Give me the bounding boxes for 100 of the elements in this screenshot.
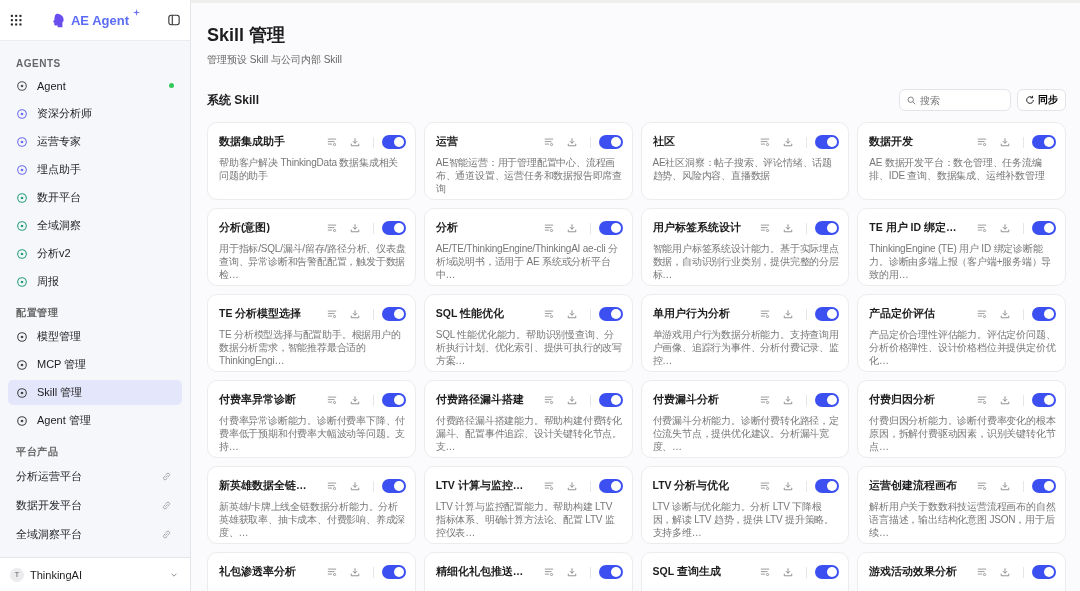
toggle-switch[interactable] <box>1032 221 1056 235</box>
toggle-switch[interactable] <box>1032 479 1056 493</box>
toggle-switch[interactable] <box>1032 393 1056 407</box>
toggle-switch[interactable] <box>381 479 406 493</box>
filter-list-icon[interactable] <box>326 309 337 319</box>
filter-list-icon[interactable] <box>977 481 987 491</box>
download-icon[interactable] <box>566 567 577 577</box>
download-icon[interactable] <box>783 137 794 147</box>
download-icon[interactable] <box>1000 309 1010 319</box>
toggle-switch[interactable] <box>381 565 406 579</box>
filter-list-icon[interactable] <box>760 481 771 491</box>
nav-item[interactable]: 模型管理 <box>8 324 182 349</box>
download-icon[interactable] <box>1000 567 1010 577</box>
skill-title: 新英雄数据全链… <box>219 479 308 493</box>
download-icon[interactable] <box>349 395 360 405</box>
search-field[interactable]: 搜索 <box>899 89 1011 111</box>
filter-list-icon[interactable] <box>977 395 987 405</box>
toggle-switch[interactable] <box>815 135 840 149</box>
nav-item[interactable]: 运营专家 <box>8 129 182 154</box>
filter-list-icon[interactable] <box>543 223 554 233</box>
toggle-switch[interactable] <box>815 479 840 493</box>
platform-link[interactable]: 数据开发平台 <box>8 492 182 518</box>
filter-list-icon[interactable] <box>543 481 554 491</box>
filter-list-icon[interactable] <box>977 137 987 147</box>
filter-list-icon[interactable] <box>760 395 771 405</box>
nav-item[interactable]: 周报 <box>8 269 182 294</box>
filter-list-icon[interactable] <box>760 223 771 233</box>
download-icon[interactable] <box>1000 395 1010 405</box>
filter-list-icon[interactable] <box>543 137 554 147</box>
filter-list-icon[interactable] <box>760 309 771 319</box>
filter-list-icon[interactable] <box>326 395 337 405</box>
filter-list-icon[interactable] <box>326 137 337 147</box>
nav-item[interactable]: Skill 管理 <box>8 380 182 405</box>
download-icon[interactable] <box>1000 137 1010 147</box>
toggle-switch[interactable] <box>1032 307 1056 321</box>
download-icon[interactable] <box>349 223 360 233</box>
toggle-switch[interactable] <box>815 221 840 235</box>
filter-list-icon[interactable] <box>326 567 337 577</box>
download-icon[interactable] <box>349 567 360 577</box>
nav-icon <box>16 79 28 92</box>
sidebar-toggle-icon[interactable] <box>168 14 180 26</box>
download-icon[interactable] <box>783 309 794 319</box>
toggle-switch[interactable] <box>598 479 623 493</box>
platform-link[interactable]: 分析运营平台 <box>8 463 182 489</box>
filter-list-icon[interactable] <box>760 137 771 147</box>
nav-item[interactable]: 分析v2 <box>8 241 182 266</box>
toggle-switch[interactable] <box>598 307 623 321</box>
download-icon[interactable] <box>783 395 794 405</box>
download-icon[interactable] <box>566 223 577 233</box>
toggle-switch[interactable] <box>815 393 840 407</box>
toggle-switch[interactable] <box>1032 135 1056 149</box>
skill-title: 付费率异常诊断 <box>219 393 297 407</box>
download-icon[interactable] <box>349 481 360 491</box>
filter-list-icon[interactable] <box>977 567 987 577</box>
toggle-switch[interactable] <box>598 135 623 149</box>
toggle-switch[interactable] <box>815 565 840 579</box>
filter-list-icon[interactable] <box>326 223 337 233</box>
download-icon[interactable] <box>783 481 794 491</box>
platform-link[interactable]: 全域洞察平台 <box>8 521 182 547</box>
filter-list-icon[interactable] <box>543 567 554 577</box>
nav-item[interactable]: 数开平台 <box>8 185 182 210</box>
nav-icon <box>16 247 28 260</box>
nav-item[interactable]: Agent 管理 <box>8 408 182 433</box>
toggle-switch[interactable] <box>598 221 623 235</box>
download-icon[interactable] <box>349 137 360 147</box>
nav-item[interactable]: 资深分析师 <box>8 101 182 126</box>
nav-item[interactable]: 埋点助手 <box>8 157 182 182</box>
toggle-switch[interactable] <box>598 565 623 579</box>
toggle-switch[interactable] <box>598 393 623 407</box>
download-icon[interactable] <box>566 137 577 147</box>
download-icon[interactable] <box>1000 223 1010 233</box>
toggle-switch[interactable] <box>1032 565 1056 579</box>
sync-button[interactable]: 同步 <box>1017 89 1066 111</box>
toggle-switch[interactable] <box>381 393 406 407</box>
skill-title: 付费路径漏斗搭建 <box>435 393 525 407</box>
skill-title: 数据集成助手 <box>219 135 286 149</box>
toggle-switch[interactable] <box>381 221 406 235</box>
filter-list-icon[interactable] <box>977 223 987 233</box>
filter-list-icon[interactable] <box>543 309 554 319</box>
download-icon[interactable] <box>1000 481 1010 491</box>
filter-list-icon[interactable] <box>543 395 554 405</box>
toggle-switch[interactable] <box>815 307 840 321</box>
apps-grid-icon[interactable] <box>10 14 22 26</box>
user-menu[interactable]: T ThinkingAI <box>0 557 190 591</box>
download-icon[interactable] <box>566 395 577 405</box>
skill-description: 付费率异常诊断能力。诊断付费率下降、付费率低于预期和付费率大幅波动等问题。支持… <box>219 414 406 453</box>
download-icon[interactable] <box>566 309 577 319</box>
filter-list-icon[interactable] <box>326 481 337 491</box>
nav-item[interactable]: Agent <box>8 73 182 98</box>
search-input[interactable]: 搜索 <box>920 94 1000 106</box>
nav-item[interactable]: MCP 管理 <box>8 352 182 377</box>
download-icon[interactable] <box>783 223 794 233</box>
download-icon[interactable] <box>349 309 360 319</box>
filter-list-icon[interactable] <box>760 567 771 577</box>
toggle-switch[interactable] <box>381 307 406 321</box>
download-icon[interactable] <box>566 481 577 491</box>
nav-item[interactable]: 全域洞察 <box>8 213 182 238</box>
filter-list-icon[interactable] <box>977 309 987 319</box>
download-icon[interactable] <box>783 567 794 577</box>
toggle-switch[interactable] <box>381 135 406 149</box>
